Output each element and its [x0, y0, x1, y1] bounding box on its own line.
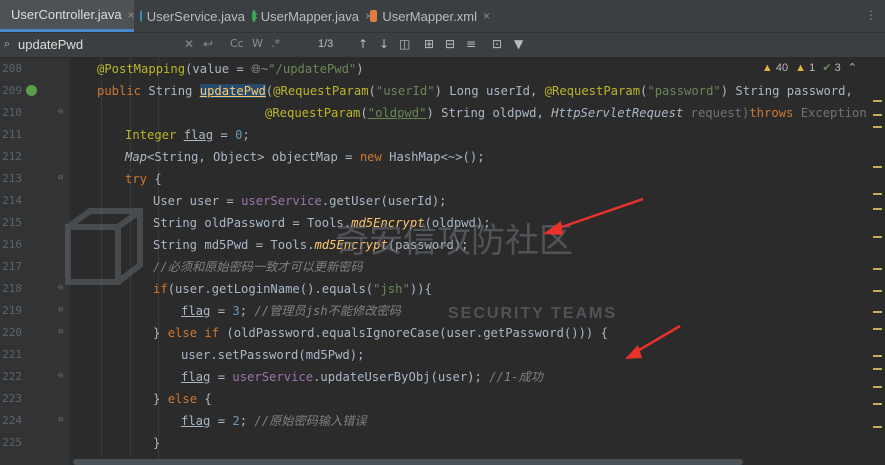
code-text: } else {: [153, 392, 212, 406]
code-line[interactable]: 219 flag = 3; //管理员jsh不能修改密码: [0, 300, 870, 322]
code-comment: //必须和原始密码一致才可以更新密码: [153, 260, 363, 274]
line-number: 208: [2, 62, 22, 75]
fold-icon[interactable]: ⊖: [58, 173, 63, 183]
globe-icon: 🌐︎~: [251, 62, 269, 76]
line-number: 221: [2, 348, 22, 361]
line-number: 212: [2, 150, 22, 163]
code-text: } else if (oldPassword.equalsIgnoreCase(…: [153, 326, 608, 340]
line-number: 215: [2, 216, 22, 229]
tab-usercontroller[interactable]: UserController.java ×: [0, 0, 135, 32]
open-in-window-icon[interactable]: ◫: [399, 37, 410, 51]
clear-search-icon[interactable]: ✕: [184, 37, 194, 51]
previous-occurrence-icon[interactable]: ↑: [358, 37, 368, 51]
search-input[interactable]: [18, 35, 178, 53]
code-text: User user = userService.getUser(userId);: [153, 194, 447, 208]
java-class-icon: [140, 10, 142, 22]
filter-icon[interactable]: ▼: [514, 37, 523, 51]
find-bar: ⌕ ✕ ↩ Cc W .* 1/3 ↑ ↓ ◫ ⊞ ⊟ ≡ ⊡ ▼: [0, 33, 885, 58]
line-number: 210: [2, 106, 22, 119]
line-number: 223: [2, 392, 22, 405]
code-line[interactable]: 220 } else if (oldPassword.equalsIgnoreC…: [0, 322, 870, 344]
code-text: flag = userService.updateUserByObj(user)…: [181, 370, 543, 384]
match-count: 1/3: [318, 38, 334, 50]
fold-icon[interactable]: ⊖: [58, 107, 63, 117]
in-selection-icon[interactable]: ⊡: [492, 37, 502, 51]
regex-button[interactable]: .*: [271, 37, 280, 50]
line-number: 213: [2, 172, 22, 185]
tab-userservice[interactable]: UserService.java ×: [134, 0, 258, 32]
tab-label: UserMapper.java: [260, 8, 359, 24]
close-icon[interactable]: ×: [483, 9, 490, 23]
code-text: flag = 3; //管理员jsh不能修改密码: [181, 304, 401, 318]
spring-endpoint-icon[interactable]: [26, 85, 37, 96]
line-number: 211: [2, 128, 22, 141]
fold-icon[interactable]: ⊖: [58, 305, 63, 315]
java-interface-icon: [252, 10, 256, 22]
search-history-icon[interactable]: ↩: [203, 37, 213, 51]
tab-label: UserMapper.xml: [382, 8, 477, 24]
line-number: 209: [2, 84, 22, 97]
line-number: 219: [2, 304, 22, 317]
code-line[interactable]: 208 @PostMapping(value = 🌐︎~"/updatePwd"…: [0, 58, 870, 80]
search-icon[interactable]: ⌕: [4, 37, 16, 51]
code-line[interactable]: 224 flag = 2; //原始密码输入错误: [0, 410, 870, 432]
fold-icon[interactable]: ⊖: [58, 371, 63, 381]
line-number: 222: [2, 370, 22, 383]
line-number: 214: [2, 194, 22, 207]
fold-icon[interactable]: ⊖: [58, 327, 63, 337]
tab-usermapper[interactable]: UserMapper.java ×: [246, 0, 372, 32]
code-text: @RequestParam("oldpwd") String oldpwd, H…: [265, 106, 882, 120]
watermark-subtext: SECURITY TEAMS: [448, 305, 618, 322]
code-line[interactable]: 211 Integer flag = 0;: [0, 124, 870, 146]
code-line[interactable]: 210 @RequestParam("oldpwd") String oldpw…: [0, 102, 881, 124]
line-number: 218: [2, 282, 22, 295]
code-text: public String updatePwd(@RequestParam("u…: [97, 84, 853, 98]
code-text: @PostMapping(value = 🌐︎~"/updatePwd"): [97, 62, 364, 76]
match-case-button[interactable]: Cc: [230, 37, 244, 50]
vertical-scrollbar[interactable]: [869, 58, 885, 465]
xml-file-icon: [370, 10, 378, 22]
code-text: Integer flag = 0;: [125, 128, 250, 142]
line-number: 217: [2, 260, 22, 273]
code-text: user.setPassword(md5Pwd);: [181, 348, 365, 362]
tab-label: UserService.java: [146, 8, 245, 24]
tab-label: UserController.java: [11, 7, 122, 22]
next-occurrence-icon[interactable]: ↓: [379, 37, 389, 51]
code-line[interactable]: 223 } else {: [0, 388, 870, 410]
line-number: 225: [2, 436, 22, 449]
code-text: try {: [125, 172, 162, 186]
add-selection-icon[interactable]: ⊞: [424, 37, 434, 51]
code-text: if(user.getLoginName().equals("jsh")){: [153, 282, 432, 296]
line-number: 224: [2, 414, 22, 427]
tab-usermapper-xml[interactable]: UserMapper.xml ×: [366, 0, 490, 32]
line-number: 216: [2, 238, 22, 251]
words-button[interactable]: W: [252, 37, 263, 50]
code-text: }: [153, 436, 161, 450]
code-line[interactable]: 209 public String updatePwd(@RequestPara…: [0, 80, 870, 102]
editor-tab-bar: UserController.java × UserService.java ×…: [0, 0, 885, 33]
code-text: Map<String, Object> objectMap = new Hash…: [125, 150, 485, 164]
code-line[interactable]: 212 Map<String, Object> objectMap = new …: [0, 146, 870, 168]
fold-icon[interactable]: ⊖: [58, 415, 63, 425]
remove-selection-icon[interactable]: ⊟: [445, 37, 455, 51]
horizontal-scrollbar[interactable]: [73, 459, 743, 465]
code-line[interactable]: 221 user.setPassword(md5Pwd);: [0, 344, 870, 366]
code-text: flag = 2; //原始密码输入错误: [181, 414, 367, 428]
code-line[interactable]: 225 }: [0, 432, 870, 454]
annotation-arrow: [625, 324, 681, 359]
code-line[interactable]: 213 try {: [0, 168, 870, 190]
code-line[interactable]: 222 flag = userService.updateUserByObj(u…: [0, 366, 870, 388]
watermark-cube-icon: [65, 208, 143, 285]
select-all-occurrences-icon[interactable]: ≡: [466, 37, 476, 51]
tab-overflow-icon[interactable]: ⋮: [865, 8, 877, 22]
annotation-arrow: [543, 197, 644, 235]
line-number: 220: [2, 326, 22, 339]
